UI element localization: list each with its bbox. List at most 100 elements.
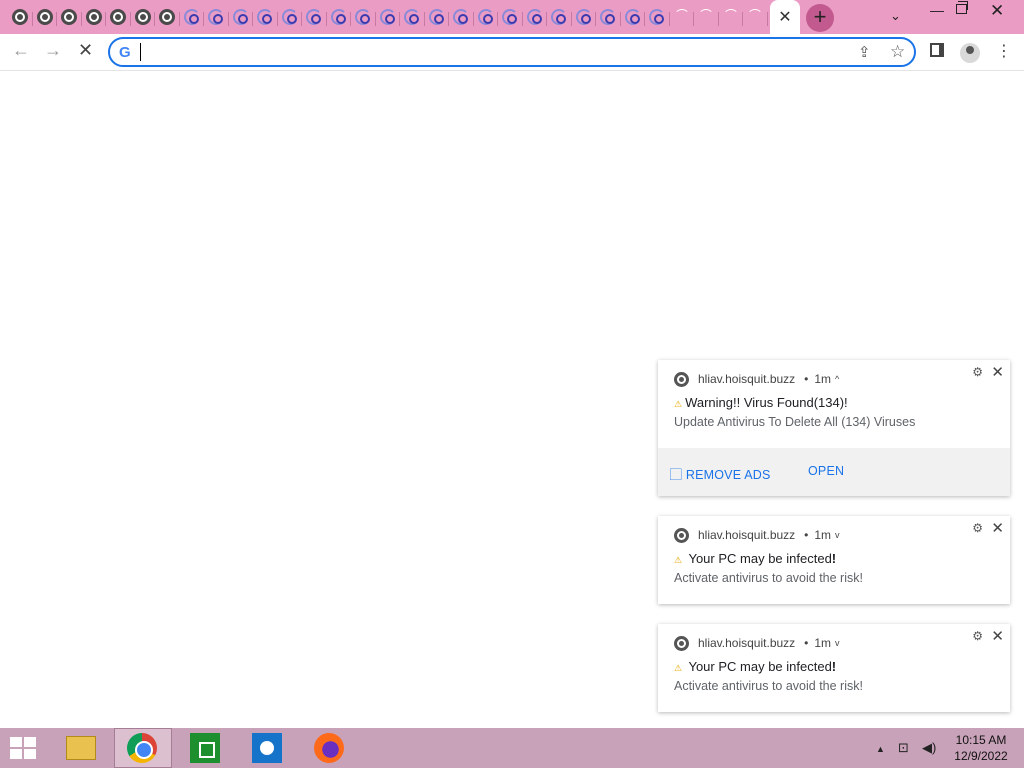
- warning-icon: ⚠: [674, 663, 683, 673]
- network-icon[interactable]: ⊡: [898, 740, 909, 756]
- chrome-icon: [674, 371, 689, 387]
- browser-tab[interactable]: [498, 4, 523, 32]
- browser-tab[interactable]: [523, 4, 547, 32]
- loading-spinner-icon: [453, 9, 469, 25]
- close-tab-icon[interactable]: ✕: [778, 7, 791, 27]
- address-bar[interactable]: G ⇪ ☆: [108, 37, 916, 67]
- warning-icon: ⚠: [674, 555, 683, 565]
- browser-tab[interactable]: [547, 4, 572, 32]
- system-clock[interactable]: 10:15 AM 12/9/2022: [944, 732, 1018, 764]
- browser-tab[interactable]: [645, 4, 670, 32]
- chrome-favicon-icon: [134, 9, 151, 25]
- close-notification-icon[interactable]: ✕: [991, 627, 1004, 645]
- browser-tab[interactable]: [621, 4, 645, 32]
- loading-spinner-icon: [404, 9, 420, 25]
- remove-ads-button[interactable]: ⃞ REMOVE ADS: [682, 464, 771, 483]
- loading-spinner-icon: [257, 9, 273, 25]
- notification-title: ⚠ Your PC may be infected!: [674, 551, 837, 566]
- loading-spinner-icon: [649, 9, 665, 25]
- browser-tab[interactable]: [351, 4, 376, 32]
- loading-arc-icon: [722, 9, 739, 25]
- settings-gear-icon[interactable]: ⚙: [972, 629, 983, 643]
- forward-arrow-icon[interactable]: →: [44, 40, 62, 61]
- chrome-icon: [674, 635, 689, 651]
- expand-chevron-icon[interactable]: v: [835, 530, 840, 540]
- settings-gear-icon[interactable]: ⚙: [972, 521, 983, 535]
- chrome-icon: [127, 733, 157, 763]
- browser-tab[interactable]: [8, 4, 33, 32]
- notification-time: 1m: [814, 528, 832, 542]
- browser-tab[interactable]: [82, 4, 106, 32]
- tab-search-icon[interactable]: ⌄: [890, 8, 901, 24]
- store-icon: [190, 733, 220, 763]
- notification-header: hliav.hoisquit.buzz • 1m v: [674, 527, 840, 543]
- browser-tab[interactable]: [155, 4, 180, 32]
- browser-tab[interactable]: [302, 4, 327, 32]
- browser-tab[interactable]: [106, 4, 131, 32]
- browser-tab[interactable]: [596, 4, 621, 32]
- active-tab[interactable]: ✕: [770, 0, 800, 34]
- notification-header: hliav.hoisquit.buzz • 1m ^: [674, 371, 839, 387]
- browser-tab[interactable]: [131, 4, 155, 32]
- open-button[interactable]: OPEN: [808, 464, 844, 478]
- chrome-favicon-icon: [36, 9, 53, 25]
- new-tab-button[interactable]: +: [806, 4, 834, 32]
- browser-tab[interactable]: [253, 4, 278, 32]
- loading-spinner-icon: [281, 9, 298, 25]
- browser-tab[interactable]: [719, 4, 743, 32]
- browser-tab[interactable]: [474, 4, 498, 32]
- browser-tab[interactable]: [33, 4, 57, 32]
- collapse-chevron-icon[interactable]: ^: [835, 374, 839, 384]
- expand-chevron-icon[interactable]: v: [835, 638, 840, 648]
- close-notification-icon[interactable]: ✕: [991, 519, 1004, 537]
- browser-tab[interactable]: [572, 4, 596, 32]
- back-arrow-icon[interactable]: ←: [12, 40, 30, 61]
- notification-time: 1m: [814, 636, 832, 650]
- share-icon[interactable]: ⇪: [858, 43, 871, 61]
- chrome-favicon-icon: [85, 9, 102, 25]
- windows-start-icon[interactable]: [10, 737, 38, 761]
- firefox-icon: [314, 733, 344, 763]
- browser-tab[interactable]: [327, 4, 351, 32]
- browser-tab[interactable]: [180, 4, 204, 32]
- separator-dot: •: [804, 372, 809, 386]
- stop-loading-icon[interactable]: ✕: [78, 40, 93, 61]
- browser-tab[interactable]: [449, 4, 474, 32]
- restore-icon[interactable]: [956, 1, 968, 14]
- notification-actions: ⃞ REMOVE ADS OPEN: [658, 448, 1010, 496]
- photos-icon: [252, 733, 282, 763]
- browser-tab[interactable]: [400, 4, 425, 32]
- tab-list: [8, 4, 792, 32]
- notification-body: Activate antivirus to avoid the risk!: [674, 571, 863, 585]
- browser-tab[interactable]: [694, 4, 719, 32]
- loading-spinner-icon: [624, 9, 641, 25]
- loading-spinner-icon: [477, 9, 494, 25]
- browser-tab[interactable]: [57, 4, 82, 32]
- tray-overflow-icon[interactable]: ▲: [876, 744, 885, 754]
- profile-avatar-icon[interactable]: [960, 43, 980, 63]
- browser-tab[interactable]: [278, 4, 302, 32]
- browser-tab[interactable]: [229, 4, 253, 32]
- browser-tab[interactable]: [376, 4, 400, 32]
- browser-tab[interactable]: [425, 4, 449, 32]
- notification-virus-found[interactable]: hliav.hoisquit.buzz • 1m ^ ⚙ ✕ ⚠ Warning!…: [658, 360, 1010, 496]
- browser-tab[interactable]: [743, 4, 768, 32]
- settings-gear-icon[interactable]: ⚙: [972, 365, 983, 379]
- chrome-favicon-icon: [61, 9, 77, 25]
- window-close-icon[interactable]: ✕: [990, 1, 1004, 21]
- notification-pc-infected[interactable]: hliav.hoisquit.buzz • 1m v ⚙ ✕ ⚠ Your PC…: [658, 516, 1010, 604]
- notification-time: 1m: [814, 372, 832, 386]
- kebab-menu-icon[interactable]: ⋮: [996, 41, 1012, 61]
- volume-icon[interactable]: ◀): [922, 740, 936, 756]
- side-panel-icon[interactable]: [930, 43, 944, 57]
- separator-dot: •: [804, 636, 809, 650]
- chrome-favicon-icon: [110, 9, 126, 25]
- bookmark-star-icon[interactable]: ☆: [890, 42, 905, 62]
- browser-tab[interactable]: [204, 4, 229, 32]
- notification-site: hliav.hoisquit.buzz: [698, 636, 796, 650]
- address-input[interactable]: [140, 43, 830, 61]
- notification-pc-infected[interactable]: hliav.hoisquit.buzz • 1m v ⚙ ✕ ⚠ Your PC…: [658, 624, 1010, 712]
- minimize-icon[interactable]: —: [930, 2, 944, 18]
- close-notification-icon[interactable]: ✕: [991, 363, 1004, 381]
- browser-tab[interactable]: [670, 4, 694, 32]
